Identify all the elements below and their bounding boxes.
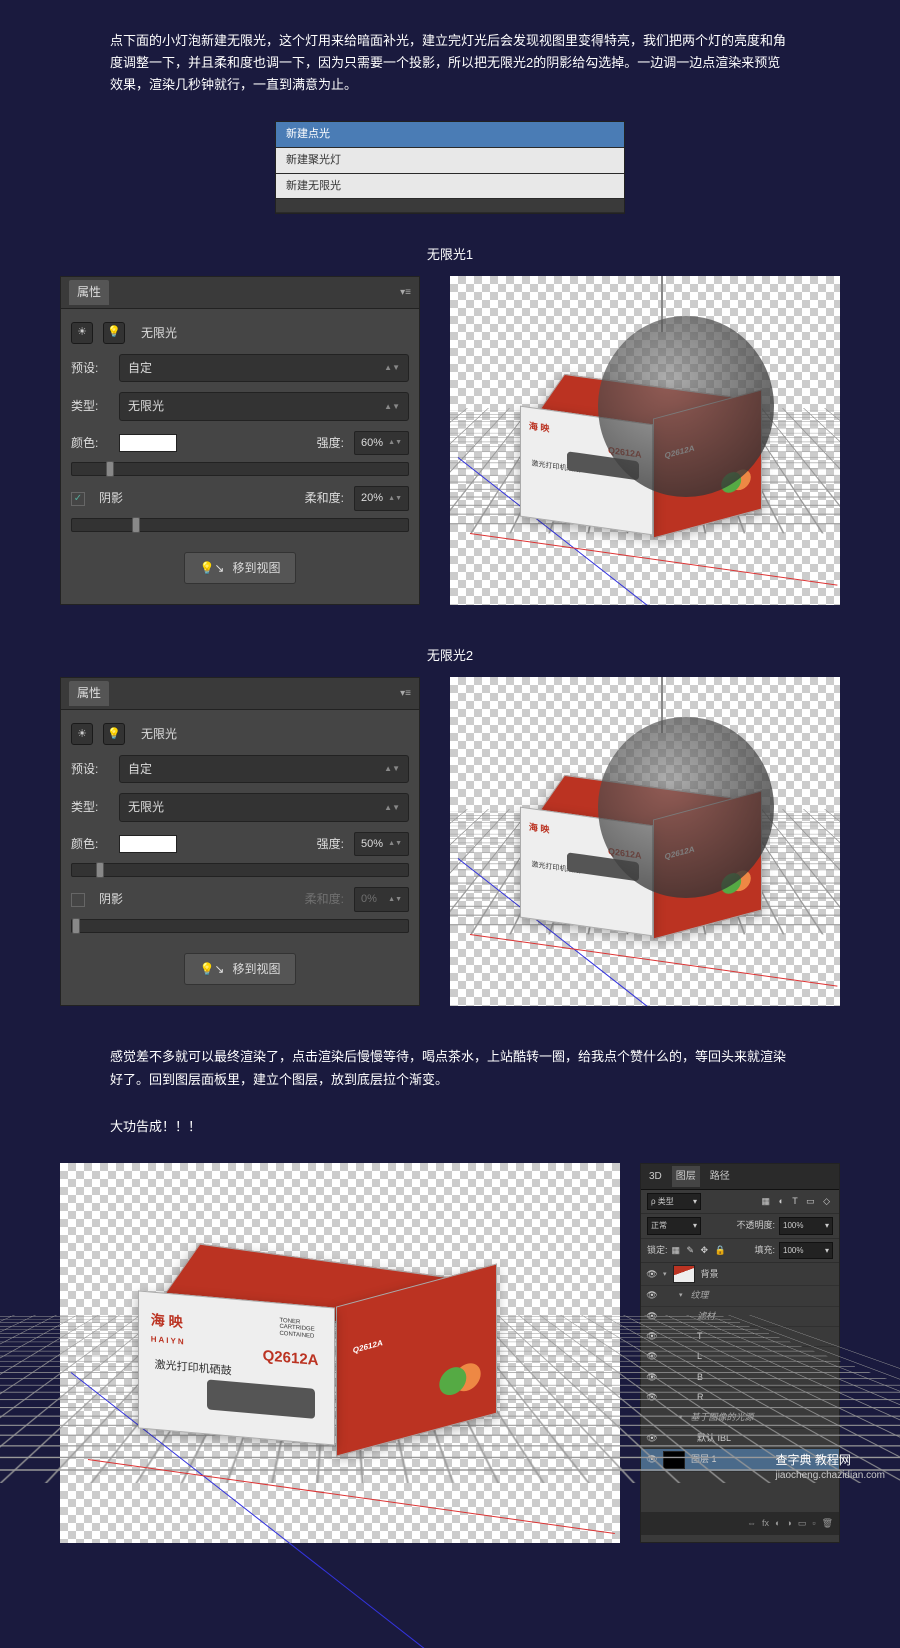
tab-layers[interactable]: 图层 xyxy=(672,1166,700,1187)
move-icon-2: 💡↘ xyxy=(199,959,224,979)
select-type[interactable]: 无限光▲▼ xyxy=(119,392,409,420)
label-fill: 填充: xyxy=(754,1243,775,1258)
bulb-icon-2[interactable]: 💡 xyxy=(103,723,125,745)
input-opacity[interactable]: 100%▾ xyxy=(779,1217,833,1235)
color-swatch-2[interactable] xyxy=(119,835,177,853)
sun-icon[interactable]: ☀ xyxy=(71,322,93,344)
label-softness: 柔和度: xyxy=(305,488,344,508)
color-swatch[interactable] xyxy=(119,434,177,452)
watermark: 查字典 教程网 jiaocheng.chazidian.com xyxy=(775,1453,885,1482)
light-gizmo-2[interactable] xyxy=(598,717,774,898)
link-icon[interactable]: ⇔ xyxy=(747,1516,756,1531)
label-shadow: 阴影 xyxy=(99,488,123,508)
lock-icons[interactable]: ▦ ✎ ✥ 🔒 xyxy=(672,1243,728,1258)
slider-intensity-2[interactable] xyxy=(71,863,409,877)
input-softness[interactable]: 20%▲▼ xyxy=(354,486,409,511)
label-color: 颜色: xyxy=(71,433,109,453)
viewport-light2[interactable]: Q2612A 海 映 Q2612A 激光打印机硒鼓 xyxy=(450,677,840,1006)
layer-texture-group[interactable]: 👁▾纹理 xyxy=(641,1286,839,1306)
new-layer-icon[interactable]: ▫ xyxy=(812,1516,815,1531)
select-type-2[interactable]: 无限光▲▼ xyxy=(119,793,409,821)
paragraph-outro-2: 大功告成！！！ xyxy=(110,1116,790,1138)
layers-panel: 3D 图层 路径 ρ 类型▾ ▦ ◐ T ▭ ◇ 正常▾ 不透明度: 100%▾… xyxy=(640,1163,840,1543)
label-intensity: 强度: xyxy=(317,433,344,453)
adj-icon[interactable]: ◑ xyxy=(786,1516,791,1531)
label-opacity: 不透明度: xyxy=(736,1218,775,1233)
move-to-view-button-2[interactable]: 💡↘ 移到视图 xyxy=(184,953,295,985)
label-lock: 锁定: xyxy=(647,1243,668,1258)
filter-kind[interactable]: ρ 类型▾ xyxy=(647,1193,701,1211)
label-preset: 预设: xyxy=(71,358,109,378)
move-icon: 💡↘ xyxy=(199,558,224,578)
checkbox-shadow[interactable]: ✓ xyxy=(71,492,85,506)
viewport-final[interactable]: Q2612A 海 映HAIYN Q2612A 激光打印机硒鼓 TONER CAR… xyxy=(60,1163,620,1543)
panel-tab-properties-2[interactable]: 属性 xyxy=(69,681,109,705)
heading-light1: 无限光1 xyxy=(40,244,860,266)
heading-light2: 无限光2 xyxy=(40,645,860,667)
checkbox-shadow-2[interactable] xyxy=(71,893,85,907)
context-menu: 新建点光 新建聚光灯 新建无限光 xyxy=(275,121,625,214)
blend-mode[interactable]: 正常▾ xyxy=(647,1217,701,1235)
slider-softness-2 xyxy=(71,919,409,933)
slider-intensity[interactable] xyxy=(71,462,409,476)
tab-3d[interactable]: 3D xyxy=(645,1166,666,1187)
light-gizmo[interactable] xyxy=(598,316,774,497)
input-fill[interactable]: 100%▾ xyxy=(779,1242,833,1260)
light-type-title: 无限光 xyxy=(141,323,177,343)
tab-paths[interactable]: 路径 xyxy=(706,1166,734,1187)
select-preset-2[interactable]: 自定▲▼ xyxy=(119,755,409,783)
label-type: 类型: xyxy=(71,396,109,416)
paragraph-outro-1: 感觉差不多就可以最终渲染了，点击渲染后慢慢等待，喝点茶水，上站酷转一圈，给我点个… xyxy=(110,1046,790,1090)
box-brand: 海 映 xyxy=(529,419,550,437)
slider-softness[interactable] xyxy=(71,518,409,532)
layer-bg[interactable]: 👁▾背景 xyxy=(641,1263,839,1286)
bulb-icon[interactable]: 💡 xyxy=(103,322,125,344)
panel-menu-icon[interactable]: ▾≡ xyxy=(400,284,411,301)
layer-filter[interactable]: 👁滤材 xyxy=(641,1307,839,1327)
input-softness-2: 0%▲▼ xyxy=(354,887,409,912)
filter-icons[interactable]: ▦ ◐ T ▭ ◇ xyxy=(761,1194,833,1209)
viewport-light1[interactable]: Q2612A 海 映 Q2612A 激光打印机硒鼓 xyxy=(450,276,840,605)
sun-icon-2[interactable]: ☀ xyxy=(71,723,93,745)
properties-panel-2: 属性 ▾≡ ☀ 💡 无限光 预设: 自定▲▼ 类型: 无限光▲▼ xyxy=(60,677,420,1006)
panel-tab-properties[interactable]: 属性 xyxy=(69,280,109,304)
layers-footer: ⇔ fx ◐ ◑ ▭ ▫ 🗑 xyxy=(641,1512,839,1535)
mask-icon[interactable]: ◐ xyxy=(775,1516,780,1531)
input-intensity-2[interactable]: 50%▲▼ xyxy=(354,832,409,857)
menu-item-pointlight[interactable]: 新建点光 xyxy=(276,122,624,148)
layer-t[interactable]: 👁T xyxy=(641,1327,839,1347)
move-to-view-button[interactable]: 💡↘ 移到视图 xyxy=(184,552,295,584)
trash-icon[interactable]: 🗑 xyxy=(822,1516,833,1531)
panel-menu-icon-2[interactable]: ▾≡ xyxy=(400,685,411,702)
menu-item-infinitelight[interactable]: 新建无限光 xyxy=(276,174,624,200)
select-preset[interactable]: 自定▲▼ xyxy=(119,354,409,382)
paragraph-intro: 点下面的小灯泡新建无限光，这个灯用来给暗面补光，建立完灯光后会发现视图里变得特亮… xyxy=(110,30,790,96)
properties-panel-1: 属性 ▾≡ ☀ 💡 无限光 预设: 自定▲▼ 类型: 无限光▲▼ xyxy=(60,276,420,605)
folder-icon[interactable]: ▭ xyxy=(798,1516,807,1531)
menu-item-spotlight[interactable]: 新建聚光灯 xyxy=(276,148,624,174)
input-intensity[interactable]: 60%▲▼ xyxy=(354,431,409,456)
fx-icon[interactable]: fx xyxy=(762,1516,769,1531)
